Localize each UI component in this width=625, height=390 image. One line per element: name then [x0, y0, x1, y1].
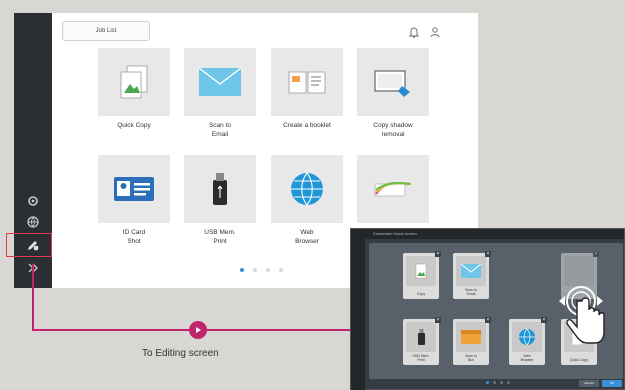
sidebar — [6, 13, 52, 288]
tile-usb-mem-print[interactable]: USB Mem. Print — [184, 155, 256, 247]
globe-language-icon[interactable] — [25, 214, 41, 230]
page-indicator — [240, 268, 283, 272]
editing-sidebar — [351, 239, 365, 390]
tile-id-card-shot[interactable]: ID Card Shot — [98, 155, 170, 247]
tile-create-booklet[interactable]: Create a booklet — [271, 48, 343, 131]
shadow-removal-icon — [374, 70, 410, 97]
envelope-icon — [198, 67, 242, 96]
tile-label: Copy shadow removal — [373, 122, 413, 138]
job-list-button[interactable]: Job List — [62, 21, 150, 41]
color-swatch-icon — [374, 181, 412, 197]
drag-hand-icon — [559, 286, 605, 344]
tile-label: Create a booklet — [283, 122, 331, 129]
editing-area: Copy × Scan to Email × × USB Mem. Print × S… — [369, 243, 623, 379]
highlight-box — [6, 233, 52, 257]
close-icon[interactable]: × — [435, 317, 441, 323]
close-icon[interactable]: × — [485, 251, 491, 257]
edit-tile-scan-to-box[interactable]: Scan to Box × — [453, 317, 491, 365]
tile-copy-shadow-removal[interactable]: Copy shadow removal — [357, 48, 429, 140]
edit-tile-scan-to-email[interactable]: Scan to Email × — [453, 251, 491, 299]
caption: To Editing screen — [142, 348, 219, 359]
ok-button[interactable]: OK — [602, 380, 622, 387]
editing-page-indicator — [486, 381, 510, 384]
cancel-button[interactable]: Cancel — [579, 380, 599, 387]
tile-label: Scan to Email — [208, 122, 232, 138]
tile-label: Web Browser — [295, 229, 319, 245]
usb-icon — [213, 173, 227, 205]
tile-scan-to-email[interactable]: Scan to Email — [184, 48, 256, 140]
tile-label: USB Mem. Print — [204, 229, 236, 245]
close-icon[interactable]: × — [541, 317, 547, 323]
edit-tile-copy[interactable]: Copy × — [403, 251, 441, 299]
editing-title: Customize Home screen — [351, 229, 624, 239]
close-icon[interactable]: × — [593, 251, 599, 257]
booklet-icon — [288, 71, 326, 94]
settings-icon[interactable] — [25, 193, 41, 209]
globe-icon — [291, 172, 323, 206]
edit-tile-usb-mem-print[interactable]: USB Mem. Print × — [403, 317, 441, 365]
edit-tile-web-browser[interactable]: Web Browser × — [509, 317, 547, 365]
close-icon[interactable]: × — [485, 317, 491, 323]
user-icon[interactable] — [429, 25, 441, 38]
tile-quick-copy[interactable]: Quick Copy — [98, 48, 170, 131]
id-card-icon — [114, 177, 154, 201]
tile-color-adjust[interactable] — [357, 155, 429, 229]
tile-label: Quick Copy — [117, 122, 151, 129]
editing-screen: Customize Home screen Copy × Scan to Emai… — [350, 228, 625, 390]
copy-icon — [120, 65, 148, 99]
close-icon[interactable]: × — [435, 251, 441, 257]
tile-web-browser[interactable]: Web Browser — [271, 155, 343, 247]
connector-line — [32, 264, 34, 331]
bell-icon[interactable] — [408, 25, 420, 38]
tile-label: ID Card Shot — [122, 229, 146, 245]
play-arrow-icon — [189, 321, 207, 339]
